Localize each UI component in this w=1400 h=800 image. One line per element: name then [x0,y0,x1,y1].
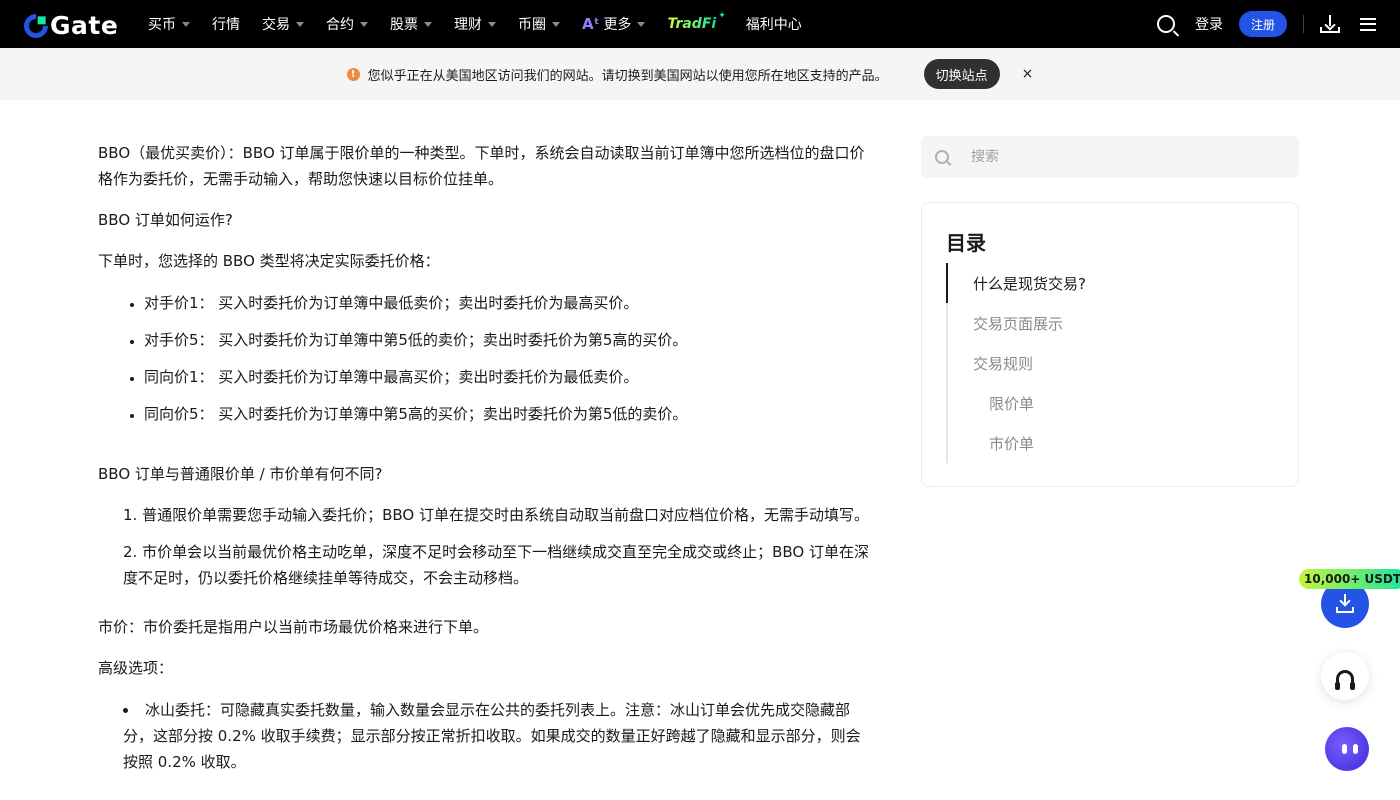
nav-item-earn[interactable]: 理财 [454,14,496,34]
nav-item-futures[interactable]: 合约 [326,14,368,34]
chevron-down-icon [488,21,496,27]
toc-item-market-order[interactable]: 市价单 [948,423,1276,463]
logo-text: Gate [50,11,119,40]
article-body: BBO（最优买卖价）：BBO 订单属于限价单的一种类型。下单时，系统会自动读取当… [98,140,870,795]
toc-title: 目录 [946,231,986,255]
nav-item-label: 更多 [603,17,632,33]
promo-badge[interactable]: 10,000+ USDT [1299,569,1400,589]
list-item: 对手价5： 买入时委托价为订单簿中第5低的卖价；卖出时委托价为第5高的买价。 [144,327,870,353]
nav-menu: 买币 行情 交易 合约 股票 理财 币圈 Aᵗ 更多 TradFi ✦ 福利中心 [148,0,824,48]
nav-divider [1303,15,1304,33]
notice-text: 您似乎正在从美国地区访问我们的网站。请切换到美国网站以使用您所在地区支持的产品。 [367,68,888,84]
toc-item-limit-order[interactable]: 限价单 [948,383,1276,423]
market-order-definition: 市价：市价委托是指用户以当前市场最优价格来进行下单。 [98,618,489,636]
list-item: 1. 普通限价单需要您手动输入委托价；BBO 订单在提交时由系统自动取当前盘口对… [123,506,869,524]
download-icon[interactable] [1320,15,1340,33]
advanced-options-label: 高级选项： [98,659,174,677]
chevron-down-icon [424,21,432,27]
nav-item-label: 合约 [326,17,354,33]
table-of-contents: 目录 什么是现货交易? 交易页面展示 交易规则 限价单 市价单 [921,202,1299,487]
sparkle-icon: ✦ [718,11,726,21]
nav-item-buy-crypto[interactable]: 买币 [148,14,190,34]
nav-item-label: 交易 [262,17,290,33]
switch-site-button[interactable]: 切换站点 [923,59,1000,89]
nav-item-trade[interactable]: 交易 [262,14,304,34]
advanced-options-list: 冰山委托：可隐藏真实委托数量，输入数量会显示在公共的委托列表上。注意：冰山订单会… [98,697,870,775]
bbo-diff-list: 1. 普通限价单需要您手动输入委托价；BBO 订单在提交时由系统自动取当前盘口对… [98,502,870,591]
nav-item-label: 行情 [212,17,240,33]
nav-item-label: 买币 [148,17,176,33]
search-input[interactable] [971,149,1271,165]
nav-item-label: 币圈 [518,17,546,33]
list-item: 同向价1： 买入时委托价为订单簿中最高买价；卖出时委托价为最低卖价。 [144,364,870,390]
toc-item-trading-page[interactable]: 交易页面展示 [948,303,1276,343]
bbo-types-list: 对手价1： 买入时委托价为订单簿中最低卖价；卖出时委托价为最高买价。 对手价5：… [98,290,870,427]
list-item: 冰山委托：可隐藏真实委托数量，输入数量会显示在公共的委托列表上。注意：冰山订单会… [123,697,870,775]
nav-item-label: 福利中心 [745,17,802,33]
close-icon[interactable]: × [1022,66,1034,82]
headset-icon [1335,670,1355,690]
list-item: 2. 市价单会以当前最优价格主动吃单，深度不足时会移动至下一档继续成交直至完全成… [123,543,869,587]
bbo-diff-heading: BBO 订单与普通限价单 / 市价单有何不同? [98,465,383,483]
bbo-how-intro: 下单时，您选择的 BBO 类型将决定实际委托价格： [98,252,440,270]
search-icon [935,150,949,164]
nav-item-community[interactable]: 币圈 [518,14,560,34]
tradfi-logo: TradFi [667,16,717,32]
nav-item-label: 股票 [390,17,418,33]
top-navbar: Gate 买币 行情 交易 合约 股票 理财 币圈 Aᵗ 更多 TradFi ✦ 福… [0,0,1400,48]
gate-logo-mark-icon [19,8,53,43]
register-button[interactable]: 注册 [1239,11,1287,37]
chevron-down-icon [360,21,368,27]
article-search-box[interactable] [921,136,1299,178]
list-item: 对手价1： 买入时委托价为订单簿中最低卖价；卖出时委托价为最高买价。 [144,290,870,316]
list-item: 同向价5： 买入时委托价为订单簿中第5高的买价；卖出时委托价为第5低的卖价。 [144,401,870,427]
toc-item-what-is-spot[interactable]: 什么是现货交易? [946,263,1276,303]
chatbot-icon [1342,744,1358,754]
toc-item-trading-rules[interactable]: 交易规则 [948,343,1276,383]
gate-logo[interactable]: Gate [19,8,119,43]
hamburger-menu-icon[interactable] [1360,17,1376,31]
nav-item-stocks[interactable]: 股票 [390,14,432,34]
chevron-down-icon [637,21,646,27]
bbo-definition: BBO（最优买卖价）：BBO 订单属于限价单的一种类型。下单时，系统会自动读取当… [98,144,865,188]
nav-item-markets[interactable]: 行情 [212,14,240,34]
toc-list: 什么是现货交易? 交易页面展示 交易规则 限价单 市价单 [946,263,1276,463]
ai-icon: Aᵗ [582,15,600,33]
nav-actions: 登录 注册 [1157,0,1376,48]
chevron-down-icon [296,21,304,27]
region-notice-bar: ! 您似乎正在从美国地区访问我们的网站。请切换到美国网站以使用您所在地区支持的产… [0,48,1400,100]
warning-icon: ! [346,67,360,81]
nav-item-tradfi[interactable]: TradFi ✦ [667,11,745,32]
ai-assistant-fab[interactable] [1325,727,1369,771]
nav-item-label: 理财 [454,17,482,33]
customer-support-fab[interactable] [1321,652,1369,700]
login-link[interactable]: 登录 [1195,14,1223,34]
search-icon[interactable] [1157,15,1175,33]
nav-item-more[interactable]: Aᵗ 更多 [582,14,646,34]
bbo-how-heading: BBO 订单如何运作? [98,211,233,229]
nav-item-rewards-hub[interactable]: 福利中心 [746,14,802,34]
chevron-down-icon [182,21,190,27]
chevron-down-icon [552,21,560,27]
